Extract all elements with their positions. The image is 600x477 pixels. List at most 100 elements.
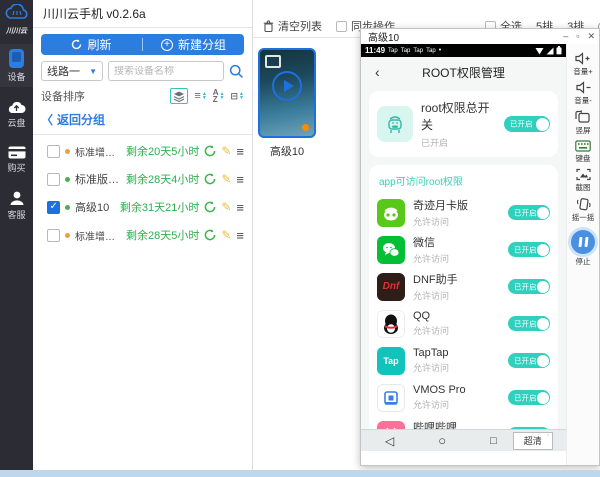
action-bar: 刷新 + 新建分组 <box>41 34 244 55</box>
quality-selector[interactable]: 超清 <box>513 432 553 450</box>
sort-alpha-icon[interactable]: AZ▲▼ <box>213 89 225 103</box>
edit-icon[interactable]: ✎ <box>221 228 231 242</box>
edit-icon[interactable]: ✎ <box>221 172 231 186</box>
volume-down-button[interactable]: 音量- <box>574 81 592 106</box>
back-icon[interactable]: ‹ <box>375 64 380 80</box>
app-row: VMOS Pro允许访问 已开启 <box>377 379 550 416</box>
cloud-logo-icon <box>4 4 30 22</box>
bank-card-icon <box>8 146 26 159</box>
app-name: VMOS Pro <box>413 384 466 396</box>
new-group-button[interactable]: + 新建分组 <box>143 34 244 55</box>
device-row[interactable]: 标准版广… 剩余28天4小时 ✎ ≡ <box>33 165 252 193</box>
toggle-label: 已开启 <box>514 392 537 403</box>
sort-custom-icon[interactable]: ≡▲▼ <box>194 90 206 102</box>
refresh-button[interactable]: 刷新 <box>41 34 142 55</box>
line-select-dropdown[interactable]: 线路一 ▼ <box>41 61 103 81</box>
app-toggle-on[interactable]: 已开启 <box>508 427 550 429</box>
master-switch-status: 已开启 <box>421 136 496 149</box>
bottom-edge-strip <box>0 470 600 477</box>
menu-icon[interactable]: ≡ <box>236 172 244 187</box>
sort-time-icon[interactable]: ⊟▲▼ <box>231 91 245 102</box>
sidebar-item-label: 客服 <box>7 208 25 221</box>
master-toggle-on[interactable]: 已开启 <box>504 116 550 132</box>
screenshot-button[interactable]: 截图 <box>576 168 591 193</box>
device-row-selected[interactable]: 高级10 剩余31天21小时 ✎ ≡ <box>33 193 252 221</box>
renew-icon[interactable] <box>204 173 216 185</box>
stop-button[interactable]: 停止 <box>571 227 595 267</box>
app-toggle-on[interactable]: 已开启 <box>508 279 550 294</box>
device-icon <box>9 49 24 68</box>
app-name: DNF助手 <box>413 271 458 287</box>
device-checkbox[interactable] <box>47 201 60 214</box>
phone-window-titlebar[interactable]: 高级10 – ▫ ✕ <box>361 29 599 44</box>
sidebar-item-support[interactable]: 客服 <box>0 186 33 225</box>
app-row: 奇迹月卡版允许访问 已开启 <box>377 194 550 231</box>
signal-icon <box>546 47 554 55</box>
menu-icon[interactable]: ≡ <box>236 228 244 243</box>
clear-list-label: 清空列表 <box>278 18 322 34</box>
app-permission: 允许访问 <box>413 361 449 374</box>
device-row[interactable]: 标准增城自用 剩余28天5小时 ✎ ≡ <box>33 221 252 249</box>
renew-icon[interactable] <box>204 145 216 157</box>
device-thumbnail[interactable] <box>258 48 316 138</box>
app-permission: 允许访问 <box>413 289 458 302</box>
sidebar-item-label: 设备 <box>7 70 25 83</box>
edit-icon[interactable]: ✎ <box>221 144 231 158</box>
device-row[interactable]: 标准增城测试 剩余20天5小时 ✎ ≡ <box>33 137 252 165</box>
keyboard-button[interactable]: 键盘 <box>575 140 591 164</box>
toggle-label: 已开启 <box>514 207 537 218</box>
sort-label: 设备排序 <box>41 88 85 104</box>
app-row: Tap TapTap允许访问 已开启 <box>377 342 550 379</box>
renew-icon[interactable] <box>204 229 216 241</box>
app-toggle-on[interactable]: 已开启 <box>508 390 550 405</box>
qiji-app-icon <box>377 199 405 227</box>
app-row: QQ允许访问 已开启 <box>377 305 550 342</box>
app-permission: 允许访问 <box>413 252 449 265</box>
volume-up-button[interactable]: 音量+ <box>573 52 592 77</box>
nav-back-button[interactable]: ◁ <box>385 434 394 448</box>
device-checkbox[interactable] <box>47 145 60 158</box>
app-toggle-on[interactable]: 已开启 <box>508 242 550 257</box>
shake-button[interactable]: 摇一摇 <box>572 197 595 223</box>
app-name: 哔哩哔哩 <box>413 419 457 429</box>
toggle-label: 已开启 <box>510 119 533 130</box>
app-toggle-on[interactable]: 已开启 <box>508 353 550 368</box>
device-time-remaining: 剩余28天4小时 <box>126 171 199 187</box>
edit-icon[interactable]: ✎ <box>221 200 231 214</box>
sync-ops-checkbox[interactable] <box>336 21 347 32</box>
status-dot <box>65 233 70 238</box>
device-checkbox[interactable] <box>47 173 60 186</box>
app-toggle-on[interactable]: 已开启 <box>508 316 550 331</box>
phone-side-toolbar: 音量+ 音量- 竖屏 键盘 截图 摇一摇 <box>566 44 599 465</box>
sidebar-item-buy[interactable]: 购买 <box>0 141 33 178</box>
sidebar-item-cloud-disk[interactable]: 云盘 <box>0 95 33 133</box>
nav-recents-button[interactable]: □ <box>490 435 497 447</box>
close-button[interactable]: ✕ <box>587 32 595 41</box>
search-input[interactable] <box>114 66 218 77</box>
sidebar-item-devices[interactable]: 设备 <box>0 44 33 87</box>
thumbnail-checkbox[interactable] <box>265 55 281 68</box>
device-checkbox[interactable] <box>47 229 60 242</box>
menu-icon[interactable]: ≡ <box>236 200 244 215</box>
minimize-button[interactable]: – <box>563 32 568 41</box>
play-icon[interactable] <box>272 71 302 101</box>
clear-list-button[interactable]: 清空列表 <box>263 18 322 34</box>
maximize-button[interactable]: ▫ <box>576 32 579 41</box>
layers-view-icon[interactable] <box>170 88 188 104</box>
wechat-app-icon <box>377 236 405 264</box>
nav-home-button[interactable]: ○ <box>438 433 446 448</box>
status-dot <box>65 149 70 154</box>
app-name: TapTap <box>413 347 449 359</box>
rotate-screen-icon <box>575 110 591 124</box>
app-toggle-on[interactable]: 已开启 <box>508 205 550 220</box>
android-navbar: ◁ ○ □ 超清 <box>361 429 566 451</box>
search-icon[interactable] <box>229 64 244 79</box>
cloud-disk-icon <box>7 100 26 114</box>
toggle-label: 已开启 <box>514 244 537 255</box>
renew-icon[interactable] <box>204 201 216 213</box>
root-android-icon <box>377 106 413 142</box>
back-to-groups-link[interactable]: 〈 返回分组 <box>41 111 244 128</box>
menu-icon[interactable]: ≡ <box>236 144 244 159</box>
rotate-screen-button[interactable]: 竖屏 <box>575 110 591 136</box>
toolbar-label: 音量- <box>574 95 592 106</box>
